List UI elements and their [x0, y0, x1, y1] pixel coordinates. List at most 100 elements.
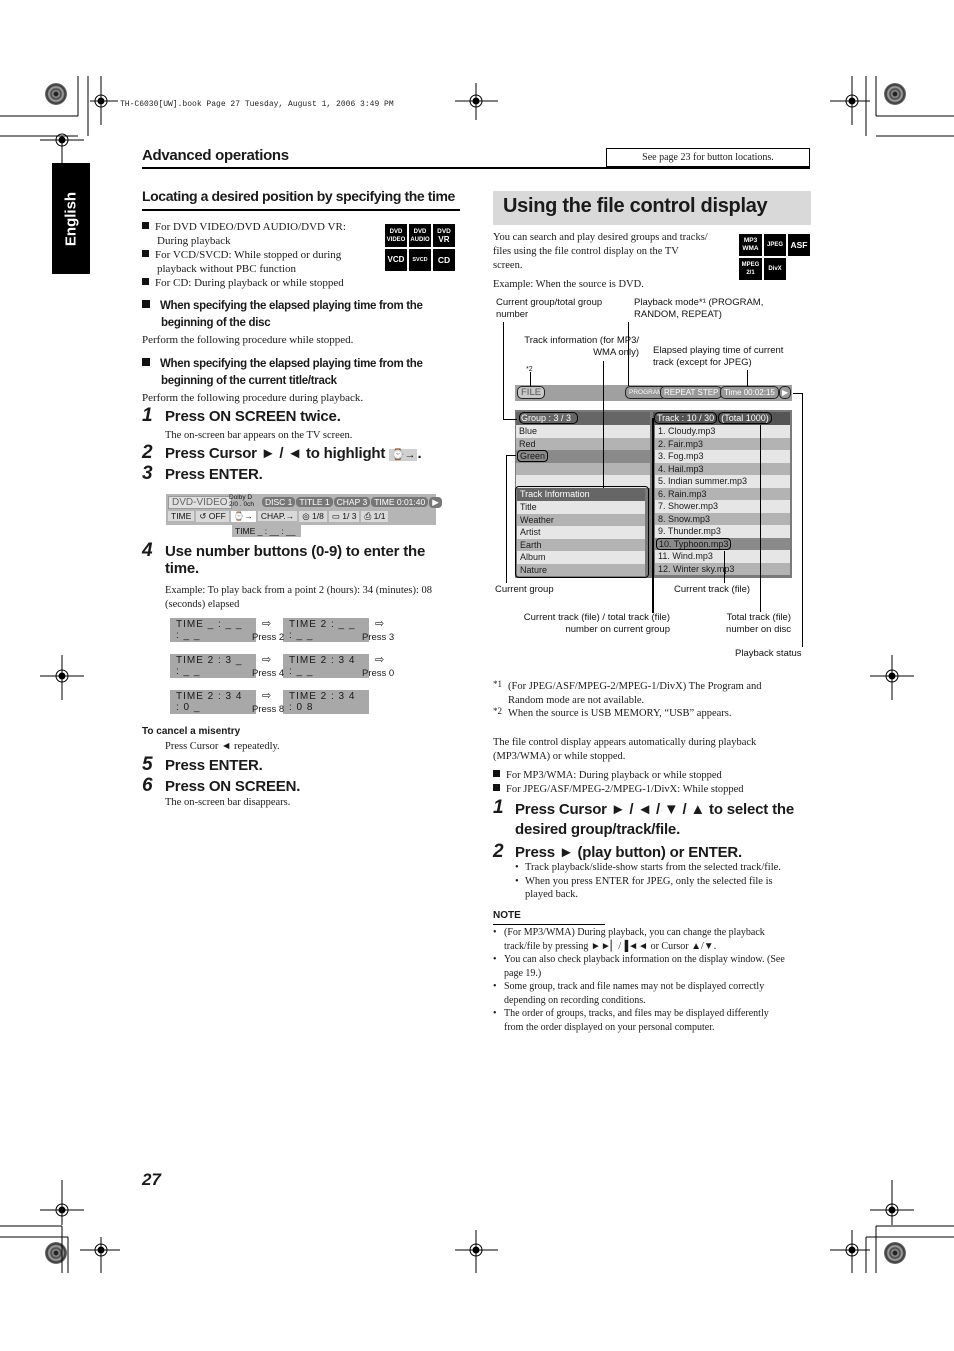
cancel-heading: To cancel a misentry [142, 726, 241, 737]
press-label: Press 2 [252, 632, 285, 643]
step-number: 1 [493, 797, 504, 818]
left-heading-rule [142, 209, 460, 211]
osd-menu-row: TIME ↺ OFF ⌚→ CHAP.→ ◎ 1/8 ▭ 1/ 3 ⎙ 1/1 [168, 511, 390, 522]
badge-jpeg: JPEG [764, 234, 786, 256]
step-text: Press Cursor ► / ◄ to highlight ⌚→. [165, 445, 422, 462]
clock-arrow-icon: ⌚→ [389, 449, 418, 461]
step-text: Press ENTER. [165, 757, 263, 774]
track-item[interactable]: 4. Hail.mp3 [655, 462, 790, 475]
track-item[interactable]: 8. Snow.mp3 [655, 512, 790, 525]
right-step-2: 2 Press ► (play button) or ENTER. [493, 841, 813, 863]
condition-item: For DVD VIDEO/DVD AUDIO/DVD VR: [142, 220, 382, 234]
track-item[interactable]: 3. Fog.mp3 [655, 450, 790, 463]
note-heading: NOTE [493, 910, 521, 921]
track-item[interactable]: 12. Winter sky.mp3 [655, 562, 790, 575]
badge-dvd-vr: DVD VR [433, 224, 455, 247]
note-item: • The order of groups, tracks, and files … [493, 1008, 769, 1033]
step-number: 5 [142, 754, 153, 775]
footnotes: *1 (For JPEG/ASF/MPEG-2/MPEG-1/DivX) The … [493, 679, 813, 721]
track-item[interactable]: 11. Wind.mp3 [655, 550, 790, 563]
bullet-item: • When you press ENTER for JPEG, only the… [515, 875, 773, 887]
bullet-item-cont: played back. [525, 889, 579, 900]
track-item[interactable]: 1. Cloudy.mp3 [655, 425, 790, 438]
badge-mpeg: MPEG 2/1 [739, 258, 762, 280]
osd-time-entry: TIME _ : __ : __ [232, 525, 301, 537]
track-info-item: Artist [517, 526, 645, 539]
page-number: 27 [142, 1170, 161, 1189]
condition-item: For MP3/WMA: During playback or while st… [493, 769, 744, 783]
step-number: 3 [142, 463, 153, 484]
osd-item-subtitle: ▭ 1/ 3 [328, 511, 360, 522]
sub-text: Perform the following procedure during p… [142, 392, 364, 404]
time-step: TIME 2 : 3 4 : 0 _ [170, 690, 256, 714]
track-item[interactable]: 2. Fair.mp3 [655, 437, 790, 450]
group-item[interactable]: Blue [516, 425, 650, 438]
arrow-icon: ⇨ [262, 618, 272, 630]
osd-chapter: CHAP 3 [333, 497, 371, 507]
press-label: Press 0 [362, 668, 395, 679]
step-number: 2 [493, 841, 504, 862]
press-label: Press 4 [252, 668, 285, 679]
press-label: Press 3 [362, 632, 395, 643]
track-item[interactable]: 9. Thunder.mp3 [655, 525, 790, 538]
right-heading-band: Using the file control display [493, 191, 811, 225]
print-header: TH-C6030[UW].book Page 27 Tuesday, Augus… [120, 100, 394, 109]
track-item[interactable]: 6. Rain.mp3 [655, 487, 790, 500]
track-info-item: Nature [517, 563, 645, 576]
track-item[interactable]: 5. Indian summer.mp3 [655, 475, 790, 488]
callout-track-total-group: Current track (file) / total track (file… [523, 612, 670, 635]
example-text: Example: When the source is DVD. [493, 279, 644, 290]
time-step: TIME 2 : 3 _ : _ _ [170, 654, 256, 678]
track-item[interactable]: 10. Typhoon.mp3 [655, 537, 790, 550]
cancel-text: Press Cursor ◄ repeatedly. [165, 741, 280, 752]
right-step-1: 1 Press Cursor ► / ◄ / ▼ / ▲ to select t… [493, 797, 813, 838]
group-item[interactable]: Green [516, 450, 650, 463]
note-rule [493, 924, 605, 925]
condition-item: For CD: During playback or while stopped [142, 276, 382, 290]
arrow-icon: ⇨ [262, 654, 272, 666]
step-number: 6 [142, 775, 153, 796]
group-item[interactable] [516, 462, 650, 475]
osd-time: TIME 0:01:40 [371, 497, 429, 507]
callout-current-group: Current group [495, 584, 554, 595]
left-heading: Locating a desired position by specifyin… [142, 188, 455, 204]
sub-section-disc: When specifying the elapsed playing time… [142, 298, 462, 347]
condition-item: For VCD/SVCD: While stopped or during [142, 248, 382, 262]
osd-play-icon: ▶ [429, 497, 442, 508]
badge-svcd: SVCD [409, 249, 431, 271]
osd-status-row: DISC 1 TITLE 1 CHAP 3 TIME 0:01:40 ▶ [262, 497, 443, 508]
right-step-2-bullets: • Track playback/slide-show starts from t… [515, 861, 815, 902]
sub-heading-cont: beginning of the disc [161, 317, 271, 329]
callout-playback-status: Playback status [735, 648, 802, 659]
osd-item-chapter: CHAP.→ [257, 511, 298, 521]
badge-asf: ASF [788, 234, 810, 256]
track-info-item: Earth [517, 538, 645, 551]
track-item[interactable]: 7. Shower.mp3 [655, 500, 790, 513]
see-page-note: See page 23 for button locations. [606, 148, 810, 167]
fcd-track-header: Track : 10 / 30 (Total 1000) [653, 412, 790, 425]
step-text: Press ► (play button) or ENTER. [515, 844, 743, 861]
footnote: *2 When the source is USB MEMORY, “USB” a… [493, 706, 732, 719]
arrow-icon: ⇨ [262, 690, 272, 702]
osd-title: TITLE 1 [296, 497, 333, 507]
step-number: 4 [142, 540, 153, 561]
time-step: TIME _ : _ _ : _ _ [170, 618, 256, 642]
callout-track-info: Track information (for MP3/WMA only) [524, 335, 639, 358]
note-item: • Some group, track and file names may no… [493, 981, 765, 1006]
step-1: 1 Press ON SCREEN twice. [142, 405, 341, 427]
fcd-source-label: FILE [517, 386, 546, 399]
step-note: The on-screen bar disappears. [165, 797, 291, 808]
callout-group-number: Current group/total group number [496, 297, 603, 320]
callout-current-track: Current track (file) [674, 584, 751, 595]
step-4: 4 Use number buttons (0-9) to enter the t… [142, 540, 462, 577]
fcd-play-status-icon: ▶ [779, 386, 792, 399]
time-step: TIME 2 : _ _ : _ _ [283, 618, 369, 642]
group-item[interactable]: Red [516, 437, 650, 450]
section-rule [142, 167, 810, 169]
step-text: Press ENTER. [165, 466, 263, 483]
step-text: Press ON SCREEN. [165, 778, 301, 795]
step-2: 2 Press Cursor ► / ◄ to highlight ⌚→. [142, 442, 422, 464]
step-5: 5 Press ENTER. [142, 754, 263, 776]
osd-item-time: TIME [168, 511, 195, 521]
callout-elapsed: Elapsed playing time of current track (ex… [653, 345, 784, 368]
